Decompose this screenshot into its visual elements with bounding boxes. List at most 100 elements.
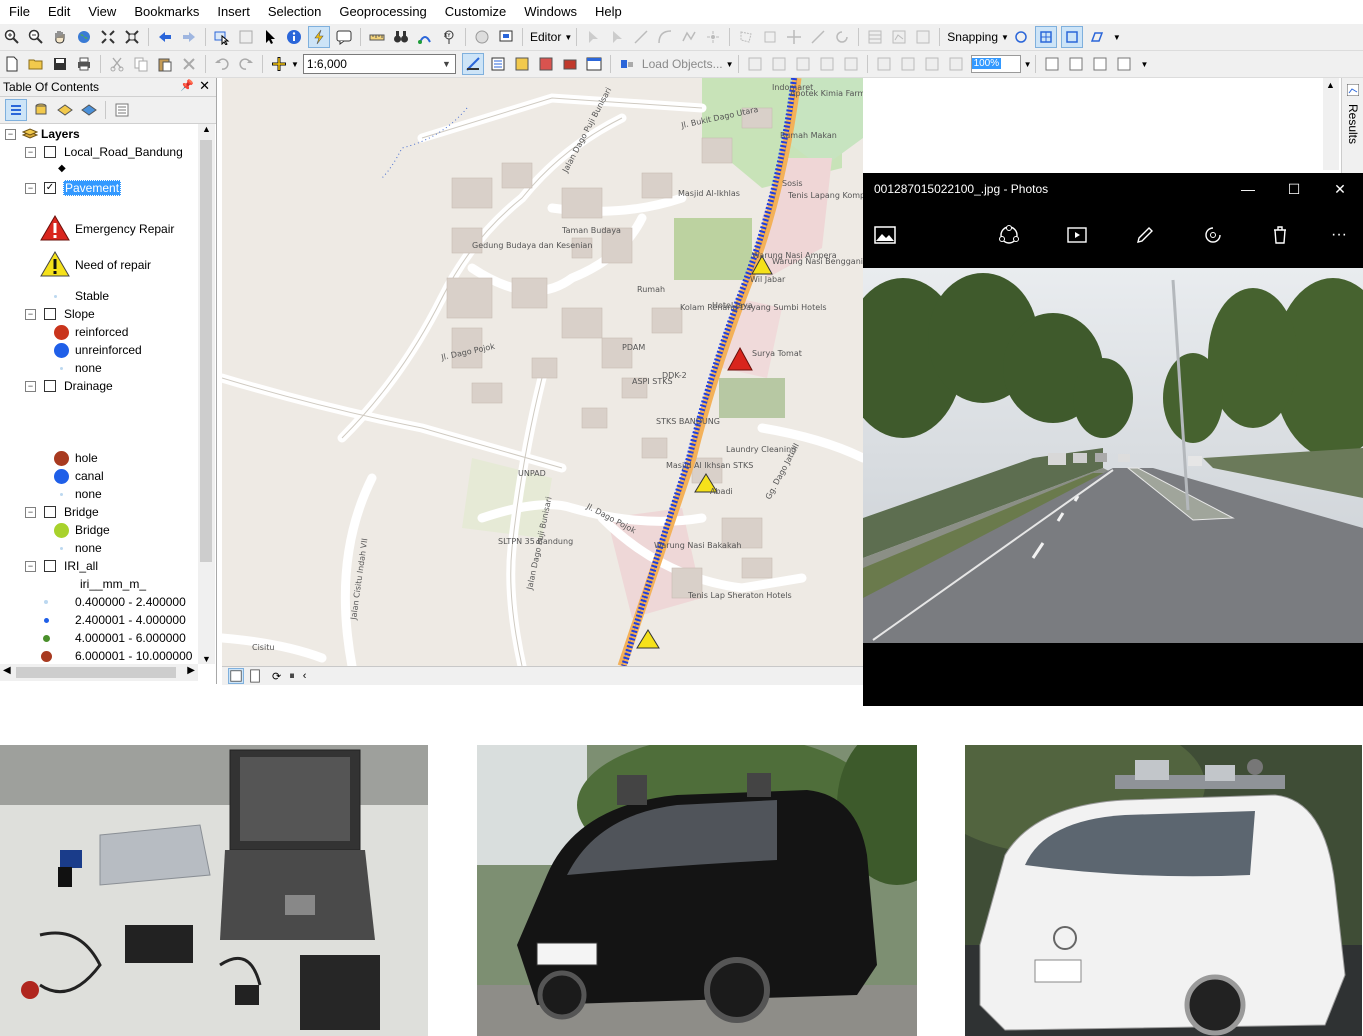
zoom-100-icon[interactable] (841, 54, 861, 74)
back-extent-icon[interactable] (155, 27, 175, 47)
layout-zoom-dropdown-icon[interactable]: ▼ (1024, 60, 1032, 69)
delete-x-icon[interactable] (179, 54, 199, 74)
save-icon[interactable] (50, 54, 70, 74)
search-window-icon[interactable] (536, 54, 556, 74)
cut-polygons-icon[interactable] (784, 27, 804, 47)
time-slider-icon[interactable] (472, 27, 492, 47)
go-to-xy-icon[interactable]: XY (439, 27, 459, 47)
load-objects-dropdown-icon[interactable]: ▼ (726, 60, 734, 69)
layer-row-slope[interactable]: − Slope (25, 305, 95, 323)
collapse-icon[interactable]: − (25, 308, 36, 320)
zoom-out-icon[interactable] (26, 27, 46, 47)
toolbar-overflow-icon[interactable]: ▼ (1113, 33, 1121, 42)
collapse-icon[interactable]: − (25, 506, 36, 518)
add-data-dropdown-icon[interactable]: ▼ (291, 60, 299, 69)
close-icon[interactable]: ✕ (199, 78, 210, 94)
create-viewer-icon[interactable] (496, 27, 516, 47)
results-icon[interactable] (1346, 83, 1360, 99)
zoom-in-icon[interactable] (2, 27, 22, 47)
more-options-icon[interactable]: ··· (1323, 219, 1355, 251)
menu-customize[interactable]: Customize (436, 0, 515, 24)
data-view-icon[interactable] (228, 668, 244, 684)
collapse-icon[interactable]: − (5, 128, 16, 140)
menu-view[interactable]: View (79, 0, 125, 24)
editor-menu[interactable]: Editor (527, 30, 564, 44)
layout-view-icon[interactable] (248, 669, 262, 683)
layer-visibility-checkbox[interactable] (44, 308, 56, 320)
editor-dropdown-icon[interactable]: ▼ (564, 33, 572, 42)
map-view[interactable]: Jl. Bukit Dago Utara Jalan Dago Puji Bun… (222, 78, 863, 666)
split-icon[interactable] (808, 27, 828, 47)
menu-bookmarks[interactable]: Bookmarks (125, 0, 208, 24)
zoom-whole-page-icon[interactable] (817, 54, 837, 74)
menu-geoprocessing[interactable]: Geoprocessing (330, 0, 435, 24)
reshape-icon[interactable] (760, 27, 780, 47)
collapse-icon[interactable]: − (25, 380, 36, 392)
select-elements-icon[interactable] (260, 27, 280, 47)
collapse-icon[interactable]: − (25, 146, 36, 158)
full-extent-globe-icon[interactable] (74, 27, 94, 47)
share-icon[interactable] (993, 219, 1025, 251)
collapse-icon[interactable]: − (25, 182, 36, 194)
layer-row-local-road[interactable]: − Local_Road_Bandung (25, 143, 183, 161)
vertex-snapping-icon[interactable] (1060, 26, 1083, 48)
toggle-draft-mode-icon[interactable] (1042, 54, 1062, 74)
layer-row-bridge[interactable]: − Bridge (25, 503, 99, 521)
toc-options-icon[interactable] (112, 100, 132, 120)
trace-icon[interactable] (679, 27, 699, 47)
layer-visibility-checkbox[interactable] (44, 506, 56, 518)
menu-file[interactable]: File (0, 0, 39, 24)
layout-zoom-percent-combobox[interactable]: 100% (970, 55, 1021, 73)
layer-name[interactable]: Slope (64, 307, 95, 321)
find-binoculars-icon[interactable] (391, 27, 411, 47)
print-icon[interactable] (74, 54, 94, 74)
scroll-left-icon[interactable]: ‹ (303, 670, 307, 682)
results-tab-label[interactable]: Results (1346, 104, 1360, 144)
change-layout-icon[interactable] (1090, 54, 1110, 74)
toc-horizontal-scrollbar[interactable]: ◀ ▶ (0, 664, 198, 681)
toolbar-overflow-icon[interactable]: ▼ (1140, 60, 1148, 69)
menu-insert[interactable]: Insert (208, 0, 259, 24)
minimize-icon[interactable]: — (1225, 173, 1271, 205)
edit-tool-icon[interactable] (583, 27, 603, 47)
editor-toolbar-toggle-icon[interactable] (461, 53, 484, 75)
table-of-contents-icon[interactable] (488, 54, 508, 74)
load-objects-button[interactable]: Load Objects... (639, 57, 726, 71)
next-extent-layout-icon[interactable] (946, 54, 966, 74)
pan-hand-icon[interactable] (50, 27, 70, 47)
list-by-drawing-order-icon[interactable] (5, 99, 27, 121)
layer-visibility-checkbox[interactable] (44, 560, 56, 572)
slideshow-icon[interactable] (1061, 219, 1093, 251)
pin-icon[interactable]: 📌 (180, 79, 194, 92)
chevron-down-icon[interactable]: ▼ (442, 55, 451, 73)
create-features-icon[interactable] (913, 27, 933, 47)
cut-icon[interactable] (107, 54, 127, 74)
layer-name[interactable]: IRI_all (64, 559, 98, 573)
add-data-icon[interactable] (269, 54, 289, 74)
list-by-selection-icon[interactable] (79, 100, 99, 120)
scrollbar-thumb[interactable] (200, 140, 212, 562)
layer-name[interactable]: Bridge (64, 505, 99, 519)
list-by-source-icon[interactable] (31, 100, 51, 120)
open-folder-icon[interactable] (26, 54, 46, 74)
collapse-icon[interactable]: − (25, 560, 36, 572)
layer-visibility-checkbox[interactable]: ✓ (44, 182, 56, 194)
edge-snapping-icon[interactable] (1087, 27, 1107, 47)
clear-selection-icon[interactable] (236, 27, 256, 47)
pause-drawing-icon[interactable]: ⏸ (289, 670, 295, 683)
python-window-icon[interactable] (584, 54, 604, 74)
layer-visibility-checkbox[interactable] (44, 146, 56, 158)
layer-name[interactable]: Pavement (63, 180, 122, 196)
straight-segment-icon[interactable] (631, 27, 651, 47)
select-features-icon[interactable] (212, 27, 232, 47)
layer-name[interactable]: Drainage (64, 379, 113, 393)
rotate-icon[interactable] (1197, 219, 1229, 251)
measure-icon[interactable] (367, 27, 387, 47)
catalog-icon[interactable] (512, 54, 532, 74)
redo-icon[interactable] (236, 54, 256, 74)
snapping-menu[interactable]: Snapping (944, 30, 1001, 44)
layer-row-pavement[interactable]: − ✓ Pavement (25, 179, 122, 197)
results-side-panel[interactable]: Results (1341, 78, 1363, 188)
toc-vertical-scrollbar[interactable]: ▲ ▼ (198, 124, 215, 664)
focus-data-frame-icon[interactable] (1066, 54, 1086, 74)
